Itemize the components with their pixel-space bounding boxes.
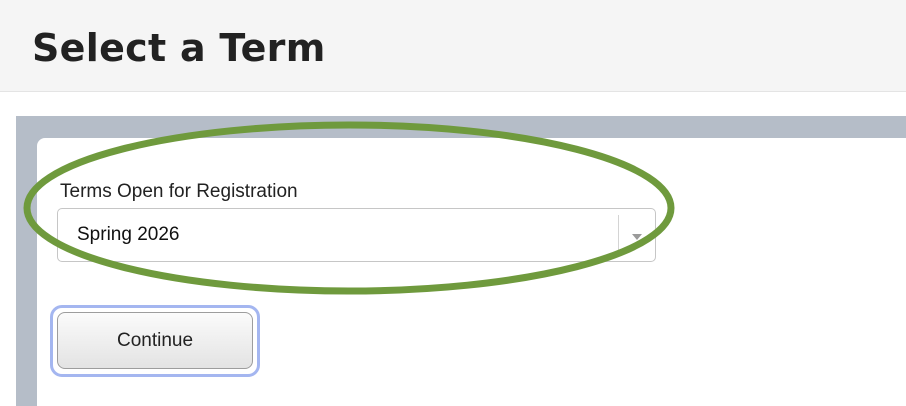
select-divider bbox=[618, 215, 619, 255]
page-title: Select a Term bbox=[32, 26, 326, 70]
continue-button[interactable]: Continue bbox=[57, 312, 253, 369]
term-select[interactable]: Spring 2026 bbox=[57, 208, 656, 262]
term-select-value: Spring 2026 bbox=[77, 224, 180, 245]
chevron-down-icon[interactable] bbox=[632, 234, 642, 240]
page-header: Select a Term bbox=[0, 0, 906, 92]
term-select-label: Terms Open for Registration bbox=[60, 181, 298, 202]
